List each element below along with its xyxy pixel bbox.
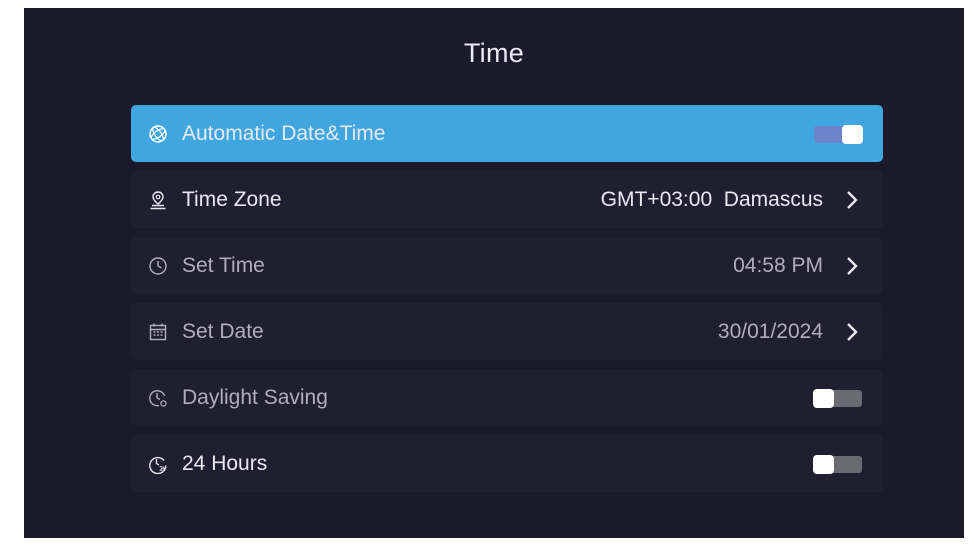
setting-daylight-saving[interactable]: Daylight Saving [131,369,883,426]
setting-set-date[interactable]: Set Date 30/01/2024 [131,303,883,360]
setting-24-hours[interactable]: 24 Hours [131,435,883,492]
24-hours-toggle[interactable] [813,454,862,474]
setting-set-time[interactable]: Set Time 04:58 PM [131,237,883,294]
time-zone-value: GMT+03:00 Damascus [600,187,823,211]
toggle-knob [842,124,863,144]
set-date-value: 30/01/2024 [717,319,823,343]
clock-icon [149,256,167,275]
automatic-date-time-toggle[interactable] [814,124,863,144]
chevron-right-icon [847,190,858,209]
setting-automatic-date-time[interactable]: Automatic Date&Time [131,105,883,162]
daylight-clock-icon [149,389,167,407]
24h-clock-icon [149,456,167,474]
settings-list: Automatic Date&Time Time Zone GMT+03:00 … [131,105,883,501]
setting-label: Daylight Saving [182,385,328,409]
setting-label: Set Date [182,319,264,343]
chevron-right-icon [847,322,858,341]
toggle-knob [813,454,834,474]
setting-label: Time Zone [182,187,282,211]
toggle-knob [813,388,834,408]
setting-time-zone[interactable]: Time Zone GMT+03:00 Damascus [131,171,883,228]
globe-icon [149,124,167,143]
location-pin-icon [150,190,166,209]
set-time-value: 04:58 PM [733,253,823,277]
setting-label: Set Time [182,253,265,277]
calendar-icon [149,323,167,340]
page-title: Time [463,38,525,68]
daylight-saving-toggle[interactable] [813,388,862,408]
time-settings-screen: Time Automatic Date&Time Time Zone GMT+0… [24,8,964,538]
setting-label: Automatic Date&Time [182,121,386,145]
chevron-right-icon [847,256,858,275]
setting-label: 24 Hours [182,451,268,475]
